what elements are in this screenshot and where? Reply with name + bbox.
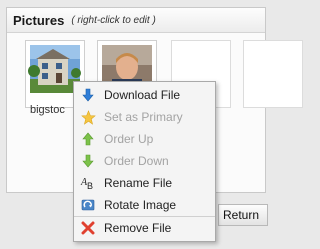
menu-item-rename-file[interactable]: A B Rename File [74,172,215,194]
menu-item-rotate-image[interactable]: Rotate Image [74,194,215,216]
remove-icon [80,220,96,236]
context-menu: Download File Set as Primary Order Up Or… [73,81,216,242]
thumbnail-empty-slot[interactable] [243,40,303,108]
svg-text:B: B [87,181,93,191]
menu-item-label: Set as Primary [104,110,183,124]
menu-item-label: Rename File [104,176,173,190]
menu-item-set-as-primary[interactable]: Set as Primary [74,106,215,128]
return-button[interactable]: Return [218,204,268,226]
menu-item-label: Order Up [104,132,154,146]
arrow-up-icon [80,131,96,147]
panel-title: Pictures [13,12,65,28]
panel-hint: ( right-click to edit ) [71,14,156,26]
thumbnail-caption: bigstoc [30,104,65,116]
menu-item-label: Order Down [104,154,169,168]
menu-item-label: Download File [104,88,181,102]
star-icon [80,109,96,125]
arrow-down-green-icon [80,153,96,169]
rename-icon: A B [80,175,96,191]
rotate-icon [80,197,96,213]
menu-item-order-up[interactable]: Order Up [74,128,215,150]
panel-header: Pictures ( right-click to edit ) [7,8,265,33]
menu-item-order-down[interactable]: Order Down [74,150,215,172]
menu-item-download-file[interactable]: Download File [74,84,215,106]
arrow-down-icon [80,87,96,103]
menu-item-label: Remove File [104,221,172,235]
menu-item-label: Rotate Image [104,198,177,212]
menu-item-remove-file[interactable]: Remove File [74,216,215,239]
